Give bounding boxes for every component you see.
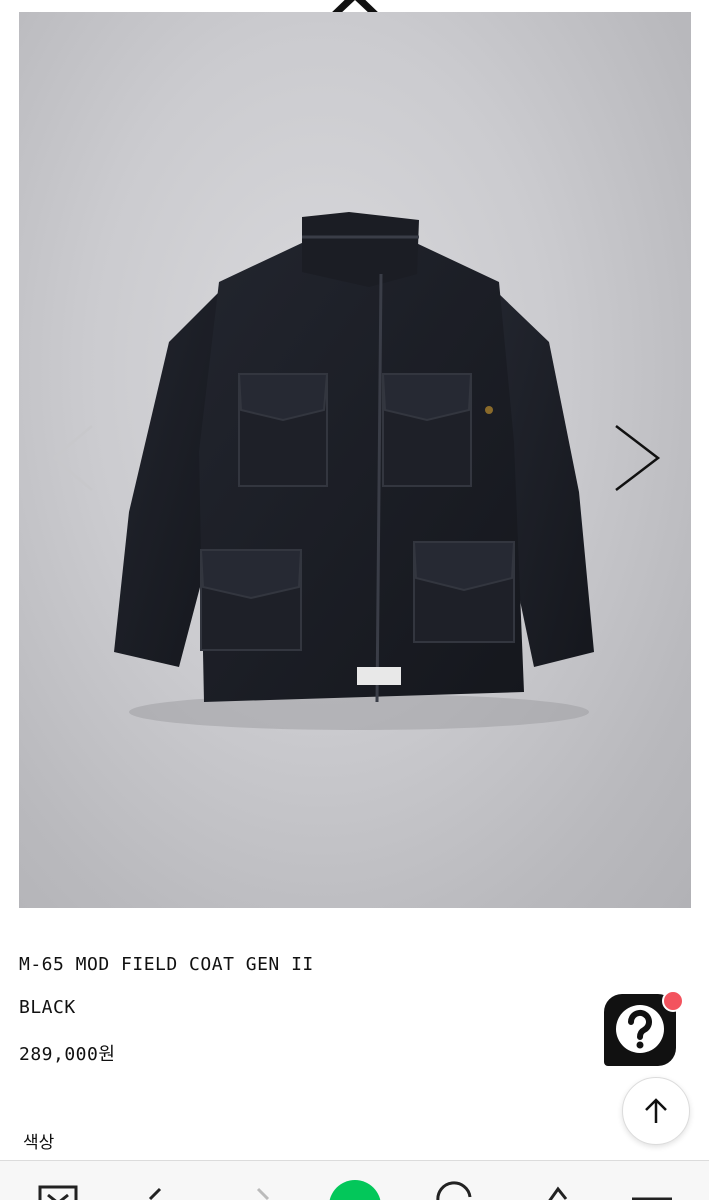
product-detail-page: M-65 MOD FIELD COAT GEN II BLACK 289,000… <box>0 0 709 1200</box>
color-option-label: 색상 <box>23 1133 55 1153</box>
product-color: BLACK <box>19 997 76 1018</box>
share-icon[interactable] <box>540 1181 570 1200</box>
arrow-up-icon <box>645 1098 667 1123</box>
chevron-left-icon[interactable] <box>44 418 104 498</box>
home-icon[interactable] <box>38 1181 78 1200</box>
scroll-top-button[interactable] <box>622 1077 690 1145</box>
naver-icon[interactable] <box>328 1179 382 1200</box>
menu-icon[interactable] <box>630 1181 674 1200</box>
product-title: M-65 MOD FIELD COAT GEN II <box>19 954 314 975</box>
product-image[interactable] <box>19 12 691 908</box>
jacket-image <box>114 212 594 730</box>
product-price: 289,000원 <box>19 1044 116 1065</box>
forward-icon[interactable] <box>250 1181 280 1200</box>
notification-badge <box>662 990 684 1012</box>
back-icon[interactable] <box>140 1181 170 1200</box>
chevron-right-icon[interactable] <box>606 418 666 498</box>
refresh-icon[interactable] <box>432 1181 476 1200</box>
browser-toolbar <box>0 1160 709 1200</box>
